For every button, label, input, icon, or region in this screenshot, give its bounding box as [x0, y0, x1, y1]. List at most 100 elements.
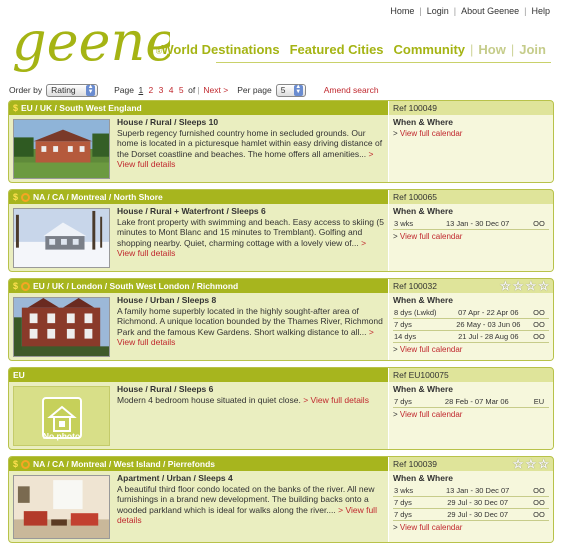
view-full-calendar-link[interactable]: View full calendar — [393, 345, 549, 354]
order-by-label: Order by — [9, 85, 43, 95]
geenee-logo[interactable]: geenee ® — [10, 8, 170, 76]
nav-community[interactable]: Community — [389, 42, 471, 57]
table-row[interactable]: 14 dys 21 Jul - 28 Aug 06 OO — [393, 330, 549, 343]
page-link-5[interactable]: 5 — [179, 85, 184, 95]
date-range-cell: 13 Jan - 30 Dec 07 — [426, 218, 529, 230]
listing-header: $ EU / UK / South West England Ref 100049 — [9, 101, 553, 115]
star-icon: ☆ — [525, 279, 537, 293]
price-dollar-icon: $ — [13, 281, 19, 291]
view-full-calendar-link[interactable]: View full calendar — [393, 410, 549, 419]
listing-region-cell: $ NA / CA / Montreal / West Island / Pier… — [9, 459, 388, 469]
top-links: Home | Login | About Geenee | Help — [385, 6, 555, 16]
table-row[interactable]: 3 wks 13 Jan - 30 Dec 07 OO — [393, 218, 549, 230]
next-page-link[interactable]: Next > — [203, 85, 228, 95]
per-page-select[interactable]: 5 ▲ ▼ — [275, 83, 306, 97]
listing-region[interactable]: NA / CA / Montreal / West Island / Pierr… — [33, 459, 215, 469]
view-full-details-link[interactable]: > View full details — [303, 395, 369, 405]
date-range-cell: 13 Jan - 30 Dec 07 — [426, 485, 529, 497]
when-where-panel: When & Where 3 wks 13 Jan - 30 Dec 07 OO… — [388, 471, 553, 542]
duration-cell: 3 wks — [393, 485, 427, 497]
property-photo-image — [14, 298, 109, 356]
nav-how[interactable]: How — [473, 42, 510, 57]
property-photo-image — [14, 209, 109, 267]
code-cell: EU — [529, 396, 549, 408]
table-row[interactable]: 7 dys 29 Jul - 30 Dec 07 OO — [393, 496, 549, 509]
page-link-4[interactable]: 4 — [169, 85, 174, 95]
when-where-title: When & Where — [393, 473, 453, 483]
listing-region[interactable]: EU / UK / South West England — [21, 103, 142, 113]
table-row[interactable]: 7 dys 26 May - 03 Jun 06 OO — [393, 318, 549, 331]
date-range-cell: 26 May - 03 Jun 06 — [447, 318, 529, 331]
availability-ring-icon — [21, 281, 31, 291]
listing-region[interactable]: NA / CA / Montreal / North Shore — [33, 192, 163, 202]
table-row[interactable]: 8 dys (Lwkd) 07 Apr - 22 Apr 06 OO — [393, 307, 549, 319]
view-full-calendar-link[interactable]: View full calendar — [393, 232, 549, 241]
view-full-calendar-link[interactable]: View full calendar — [393, 129, 549, 138]
duration-cell: 3 wks — [393, 218, 427, 230]
listing-title[interactable]: House / Rural + Waterfront / Sleeps 6 — [117, 206, 384, 217]
nav-world-destinations[interactable]: World Destinations — [156, 42, 284, 57]
no-photo-placeholder: No photo — [13, 386, 110, 446]
when-where-title: When & Where — [393, 117, 453, 127]
date-range-cell: 07 Apr - 22 Apr 06 — [447, 307, 529, 319]
property-photo[interactable] — [13, 208, 110, 268]
property-photo[interactable] — [13, 475, 110, 539]
star-icon: ☆ — [499, 279, 511, 293]
listing-title[interactable]: House / Rural / Sleeps 10 — [117, 117, 384, 128]
home-link[interactable]: Home — [385, 6, 419, 16]
listing-title[interactable]: House / Urban / Sleeps 8 — [117, 295, 384, 306]
listing-text: A beautiful third floor condo located on… — [117, 483, 375, 515]
property-photo-image — [14, 476, 109, 538]
listing-header: EU Ref EU100075 — [9, 368, 553, 382]
page-label: Page — [114, 85, 134, 95]
duration-cell: 7 dys — [393, 508, 427, 521]
table-row[interactable]: 7 dys 29 Jul - 30 Dec 07 OO — [393, 508, 549, 521]
page-link-3[interactable]: 3 — [159, 85, 164, 95]
toolbar-separator: | — [197, 85, 200, 95]
listing-ref: Ref EU100075 — [388, 368, 553, 382]
date-range-cell: 29 Jul - 30 Dec 07 — [426, 496, 529, 509]
price-dollar-icon: $ — [13, 192, 19, 202]
listing-body: House / Urban / Sleeps 8 A family home s… — [9, 293, 553, 360]
listing-region[interactable]: EU — [13, 370, 25, 380]
listing-title[interactable]: Apartment / Urban / Sleeps 4 — [117, 473, 384, 484]
page-link-1[interactable]: 1 — [138, 85, 143, 95]
property-photo[interactable] — [13, 119, 110, 179]
amend-search-link[interactable]: Amend search — [324, 85, 379, 95]
price-dollar-icon: $ — [13, 103, 19, 113]
table-row[interactable]: 7 dys 28 Feb - 07 Mar 06 EU — [393, 396, 549, 408]
page-link-2[interactable]: 2 — [149, 85, 154, 95]
listing-ref: Ref 100049 — [388, 101, 553, 115]
when-where-panel: When & Where 8 dys (Lwkd) 07 Apr - 22 Ap… — [388, 293, 553, 360]
star-icon: ☆ — [512, 457, 524, 471]
code-cell: OO — [529, 496, 549, 509]
listing-card: $ NA / CA / Montreal / North Shore Ref 10… — [8, 189, 554, 272]
availability-table: 7 dys 28 Feb - 07 Mar 06 EU — [393, 396, 549, 408]
listing-header: $ EU / UK / London / South West London / … — [9, 279, 553, 293]
listing-title[interactable]: House / Rural / Sleeps 6 — [117, 384, 384, 395]
listing-card: $ NA / CA / Montreal / West Island / Pier… — [8, 456, 554, 543]
listing-region-cell: $ EU / UK / London / South West London / … — [9, 281, 388, 291]
code-cell: OO — [529, 485, 549, 497]
property-photo[interactable] — [13, 297, 110, 357]
order-by-select[interactable]: Rating ▲ ▼ — [46, 83, 99, 97]
view-full-calendar-link[interactable]: View full calendar — [393, 523, 549, 532]
login-link[interactable]: Login — [422, 6, 454, 16]
listing-body: House / Rural + Waterfront / Sleeps 6 La… — [9, 204, 553, 271]
listing-description: House / Rural / Sleeps 10 Superb regency… — [113, 115, 388, 182]
when-where-title: When & Where — [393, 206, 453, 216]
nav-featured-cities[interactable]: Featured Cities — [285, 42, 389, 57]
price-dollar-icon: $ — [13, 459, 19, 469]
listing-card: EU Ref EU100075 No photo House / Rural /… — [8, 367, 554, 450]
code-cell: OO — [529, 218, 549, 230]
about-link[interactable]: About Geenee — [456, 6, 524, 16]
availability-table: 3 wks 13 Jan - 30 Dec 07 OO — [393, 218, 549, 230]
listing-description: House / Urban / Sleeps 8 A family home s… — [113, 293, 388, 360]
listing-body: Apartment / Urban / Sleeps 4 A beautiful… — [9, 471, 553, 542]
of-label: of — [188, 85, 196, 95]
nav-join[interactable]: Join — [514, 42, 551, 57]
table-row[interactable]: 3 wks 13 Jan - 30 Dec 07 OO — [393, 485, 549, 497]
help-link[interactable]: Help — [526, 6, 555, 16]
listing-region[interactable]: EU / UK / London / South West London / R… — [33, 281, 238, 291]
date-range-cell: 28 Feb - 07 Mar 06 — [424, 396, 529, 408]
